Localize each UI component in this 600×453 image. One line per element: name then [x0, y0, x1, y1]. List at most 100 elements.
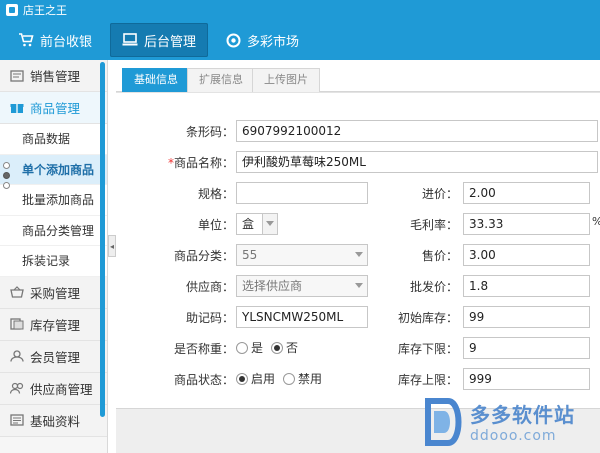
- step-dot-active: [3, 172, 10, 179]
- status-label: 商品状态：: [173, 373, 234, 387]
- nav-market[interactable]: 多彩市场: [214, 23, 311, 57]
- gear-icon: [226, 33, 241, 48]
- radio-unchecked[interactable]: [283, 372, 296, 385]
- cart-icon: [18, 33, 34, 47]
- stock-max-input[interactable]: 999: [463, 368, 590, 390]
- sidebar-sub-unpack-records[interactable]: 拆装记录: [0, 246, 107, 277]
- wholesale-price-label: 批发价：: [409, 280, 458, 294]
- tab-basic-info[interactable]: 基础信息: [122, 68, 190, 92]
- sidebar-item-goods[interactable]: 商品管理: [0, 92, 107, 124]
- sales-icon: [10, 69, 24, 82]
- supplier-value: 选择供应商: [242, 279, 303, 293]
- step-dot: [3, 162, 10, 169]
- mnemonic-input[interactable]: YLSNCMW250ML: [236, 306, 368, 328]
- status-disabled-option[interactable]: 禁用: [283, 370, 322, 387]
- initial-stock-label: 初始库存：: [397, 311, 458, 325]
- nav-backend-label: 后台管理: [144, 34, 197, 50]
- radio-unchecked[interactable]: [236, 341, 248, 354]
- watermark-logo-icon: [420, 397, 464, 447]
- watermark-text: 多多软件站 ddooo.com: [470, 399, 575, 444]
- product-name-label: *商品名称：: [156, 154, 234, 171]
- basket-icon: [10, 286, 24, 298]
- top-nav: 前台收银 后台管理 多彩市场: [0, 20, 600, 60]
- weighed-yes-option[interactable]: 是: [236, 339, 263, 356]
- nav-front-cashier[interactable]: 前台收银: [6, 23, 104, 57]
- category-select[interactable]: 55: [236, 244, 368, 266]
- watermark: 多多软件站 ddooo.com: [420, 390, 600, 453]
- sidebar-item-label: 库存管理: [30, 317, 81, 333]
- nav-front-cashier-label: 前台收银: [40, 34, 93, 50]
- sidebar-item-label: 销售管理: [30, 69, 81, 84]
- chevron-down-icon: [355, 252, 363, 257]
- sidebar: 销售管理 商品管理 商品数据 单个添加商品 批量添加商品 商品分类管理 拆装记录…: [0, 60, 108, 453]
- nav-backend[interactable]: 后台管理: [110, 23, 209, 57]
- category-label: 商品分类：: [173, 249, 234, 263]
- supplier-label: 供应商：: [185, 280, 234, 294]
- sidebar-item-purchase[interactable]: 采购管理: [0, 276, 107, 309]
- margin-input[interactable]: 33.33: [463, 213, 590, 235]
- sidebar-item-label: 商品管理: [30, 101, 81, 116]
- sidebar-sub-add-batch[interactable]: 批量添加商品: [0, 185, 107, 216]
- sidebar-sub-add-single[interactable]: 单个添加商品: [0, 154, 107, 185]
- sidebar-sub-goods-data[interactable]: 商品数据: [0, 124, 107, 155]
- supplier-icon: [10, 382, 24, 394]
- app-logo-icon: [6, 4, 18, 16]
- margin-percent-suffix: %: [592, 215, 600, 228]
- sidebar-collapse-handle[interactable]: ◂: [108, 235, 116, 257]
- stock-icon: [10, 318, 24, 330]
- sidebar-item-supplier[interactable]: 供应商管理: [0, 372, 107, 405]
- monitor-icon: [122, 33, 138, 47]
- gift-icon: [10, 102, 24, 114]
- sidebar-item-stock[interactable]: 库存管理: [0, 308, 107, 341]
- unit-value: 盒: [242, 217, 255, 231]
- spec-input[interactable]: [236, 182, 368, 204]
- product-name-input[interactable]: 伊利酸奶草莓味250ML: [236, 151, 598, 173]
- product-name-label-text: 商品名称：: [173, 156, 234, 170]
- radio-checked[interactable]: [236, 372, 248, 385]
- sidebar-item-basic[interactable]: 基础资料: [0, 404, 107, 437]
- basic-data-icon: [10, 414, 24, 426]
- stock-max-label: 库存上限：: [397, 373, 458, 387]
- chevron-down-icon: [355, 283, 363, 288]
- barcode-input[interactable]: 6907992100012: [236, 120, 598, 142]
- app-title: 店王之王: [23, 4, 67, 17]
- sidebar-item-sales[interactable]: 销售管理: [0, 60, 107, 92]
- tab-upload-image[interactable]: 上传图片: [252, 68, 320, 92]
- mnemonic-label: 助记码：: [185, 311, 234, 325]
- sidebar-scrollbar[interactable]: [100, 62, 105, 417]
- category-value: 55: [242, 248, 258, 262]
- chevron-down-icon: [266, 221, 274, 226]
- status-radio-group: 启用 禁用: [236, 370, 330, 387]
- tab-extended-info[interactable]: 扩展信息: [187, 68, 255, 92]
- member-icon: [10, 350, 24, 362]
- cost-price-label: 进价：: [421, 187, 458, 201]
- cost-price-input[interactable]: 2.00: [463, 182, 590, 204]
- step-dot: [3, 182, 10, 189]
- tab-bar: 基础信息 扩展信息 上传图片: [116, 66, 600, 92]
- unit-dropdown-button[interactable]: [262, 213, 278, 235]
- sidebar-item-label: 采购管理: [30, 285, 81, 301]
- weighed-no-option[interactable]: 否: [271, 339, 298, 356]
- sidebar-item-label: 会员管理: [30, 349, 81, 365]
- status-disabled-label: 禁用: [298, 372, 323, 386]
- radio-checked[interactable]: [271, 341, 284, 354]
- watermark-name: 多多软件站: [470, 403, 575, 427]
- sidebar-sub-category[interactable]: 商品分类管理: [0, 215, 107, 246]
- weighed-radio-group: 是 否: [236, 339, 306, 356]
- status-enabled-option[interactable]: 启用: [236, 370, 275, 387]
- sidebar-item-label: 基础资料: [30, 413, 81, 429]
- supplier-select[interactable]: 选择供应商: [236, 275, 368, 297]
- product-form: 条形码： 6907992100012 *商品名称： 伊利酸奶草莓味250ML 规…: [116, 92, 600, 408]
- sale-price-input[interactable]: 3.00: [463, 244, 590, 266]
- weighed-yes-label: 是: [251, 341, 264, 355]
- unit-select[interactable]: 盒: [236, 213, 278, 235]
- wholesale-price-input[interactable]: 1.8: [463, 275, 590, 297]
- weighed-no-label: 否: [286, 341, 299, 355]
- initial-stock-input[interactable]: 99: [463, 306, 590, 328]
- sidebar-item-member[interactable]: 会员管理: [0, 340, 107, 373]
- stock-min-input[interactable]: 9: [463, 337, 590, 359]
- weighed-label: 是否称重：: [173, 342, 234, 356]
- margin-label: 毛利率：: [409, 218, 458, 232]
- title-bar: 店王之王: [0, 0, 600, 20]
- barcode-label: 条形码：: [185, 125, 234, 139]
